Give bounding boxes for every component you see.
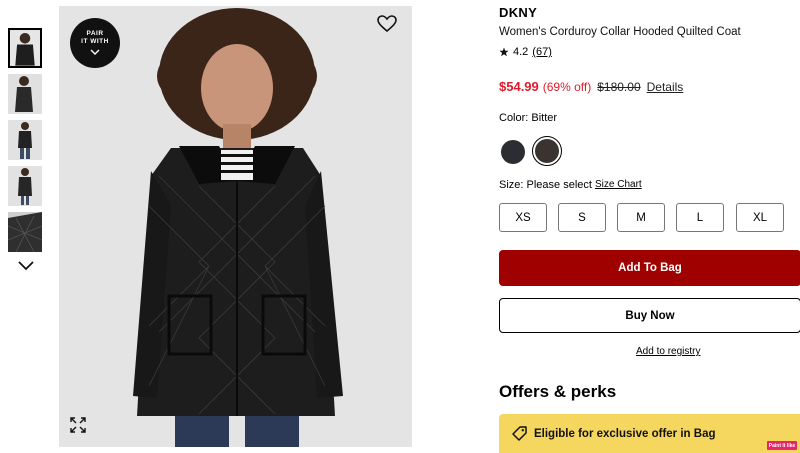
star-icon <box>499 47 509 57</box>
add-to-registry-link[interactable]: Add to registry <box>636 346 700 357</box>
offer-banner[interactable]: Eligible for exclusive offer in Bag <box>499 414 800 453</box>
original-price: $180.00 <box>597 80 641 94</box>
review-count-link[interactable]: (67) <box>532 46 552 58</box>
offers-title: Offers & perks <box>499 382 617 401</box>
sale-price: $54.99 <box>499 79 539 94</box>
chevron-down-icon[interactable] <box>16 258 36 272</box>
thumbnail-4[interactable] <box>8 166 42 206</box>
color-swatch-bitter[interactable] <box>535 139 559 163</box>
expand-icon[interactable] <box>70 417 86 433</box>
thumbnail-1[interactable] <box>8 28 42 68</box>
pair-badge-line1: PAIR <box>86 30 104 37</box>
brand-name[interactable]: DKNY <box>499 5 537 20</box>
pair-it-with-button[interactable]: PAIR IT WITH <box>70 18 120 68</box>
model-photo <box>59 6 412 447</box>
size-option-s[interactable]: S <box>558 203 606 232</box>
tag-icon <box>512 426 527 441</box>
product-main-image[interactable]: PAIR IT WITH <box>59 6 412 447</box>
rating-value: 4.2 <box>513 46 529 58</box>
product-title: Women's Corduroy Collar Hooded Quilted C… <box>499 26 741 38</box>
size-option-l[interactable]: L <box>676 203 724 232</box>
size-option-xl[interactable]: XL <box>736 203 784 232</box>
add-to-bag-button[interactable]: Add To Bag <box>499 250 800 286</box>
size-option-m[interactable]: M <box>617 203 665 232</box>
details-link[interactable]: Details <box>647 80 684 94</box>
chevron-down-icon <box>90 49 100 55</box>
thumbnail-3[interactable] <box>8 120 42 160</box>
heart-icon[interactable] <box>377 15 397 33</box>
thumbnail-2[interactable] <box>8 74 42 114</box>
rating[interactable]: 4.2 (67) <box>499 46 552 58</box>
pair-badge-line2: IT WITH <box>81 38 109 45</box>
color-label: Color: Bitter <box>499 112 558 124</box>
offer-banner-text: Eligible for exclusive offer in Bag <box>534 427 716 440</box>
buy-now-button[interactable]: Buy Now <box>499 298 800 333</box>
paint-it-badge[interactable]: Paint it like <box>767 441 797 450</box>
size-chart-link[interactable]: Size Chart <box>595 179 642 190</box>
thumbnail-5[interactable] <box>8 212 42 252</box>
discount-percent: (69% off) <box>542 80 592 94</box>
color-swatch-navy[interactable] <box>501 140 525 164</box>
price-row: $54.99 (69% off) $180.00 Details <box>499 79 683 94</box>
size-option-xs[interactable]: XS <box>499 203 547 232</box>
size-label: Size: Please select <box>499 179 592 191</box>
